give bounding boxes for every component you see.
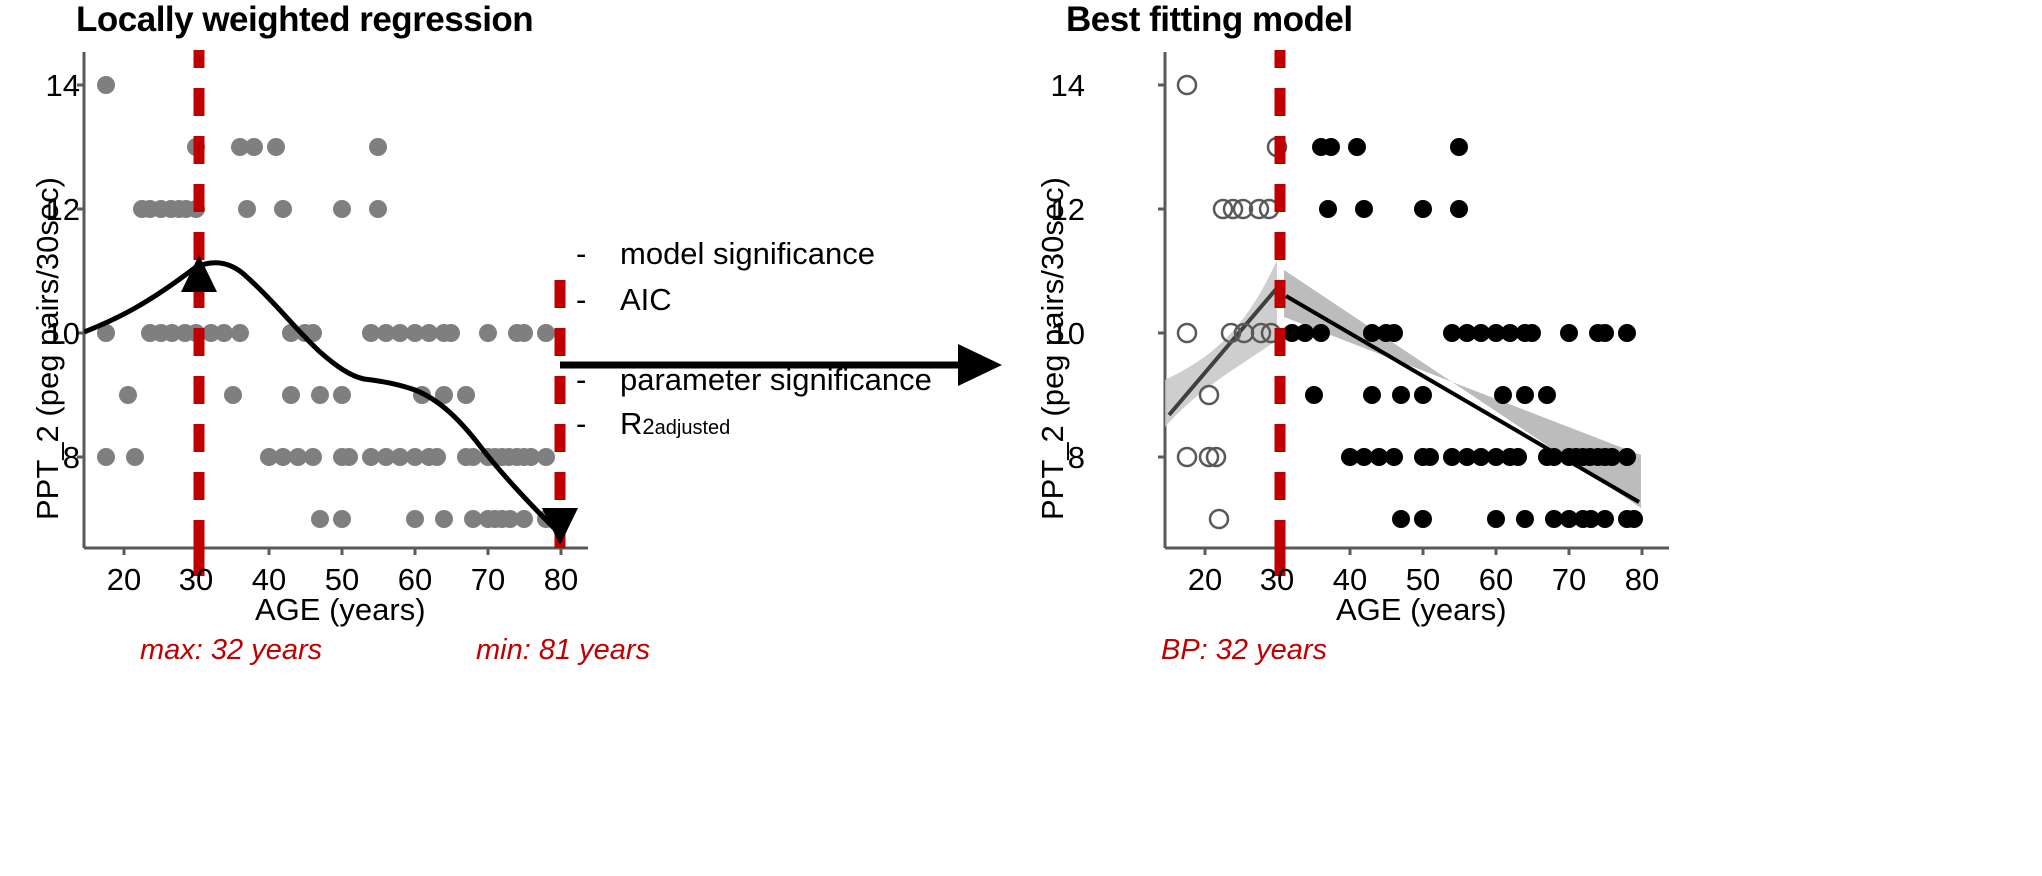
right-panel-title: Best fitting model (1066, 0, 1353, 39)
left-xtick-80: 80 (543, 562, 579, 597)
right-annotation-bp: BP: 32 years (1161, 634, 1328, 666)
left-plot-svg (77, 50, 588, 596)
right-plot-svg (1158, 50, 1669, 596)
right-plot-area (1005, 40, 2042, 600)
right-xtick-70: 70 (1551, 562, 1587, 597)
right-xtick-80: 80 (1624, 562, 1660, 597)
arrow-head-icon (958, 344, 1002, 386)
left-y-axis-title: PPT_2 (peg pairs/30sec) (30, 177, 65, 520)
regression-line-pre-breakpoint (1167, 286, 1279, 417)
left-xtick-20: 20 (106, 562, 142, 597)
bullet-dash-icon: - (576, 236, 587, 271)
criteria-item-model-significance: - model significance (576, 236, 996, 272)
figure-root: Locally weighted regression Best fitting… (0, 0, 2042, 876)
criteria-label-model-significance: model significance (620, 236, 876, 271)
left-x-axis-title: AGE (years) (255, 592, 426, 627)
left-ytick-14: 14 (45, 68, 80, 103)
right-xtick-30: 30 (1259, 562, 1295, 597)
left-xtick-70: 70 (470, 562, 506, 597)
right-x-axis-title: AGE (years) (1336, 592, 1507, 627)
right-y-axis-title: PPT_2 (peg pairs/30sec) (1035, 177, 1070, 520)
criteria-label-r2-subscript: adjusted (654, 417, 731, 439)
right-xtick-20: 20 (1187, 562, 1223, 597)
transition-arrow (560, 344, 1002, 386)
right-ytick-14: 14 (1050, 68, 1085, 103)
left-annotation-min: min: 81 years (476, 634, 651, 666)
left-plot-area (0, 40, 600, 600)
left-panel-title: Locally weighted regression (76, 0, 534, 39)
left-annotation-max: max: 32 years (140, 634, 323, 666)
left-xtick-30: 30 (178, 562, 214, 597)
